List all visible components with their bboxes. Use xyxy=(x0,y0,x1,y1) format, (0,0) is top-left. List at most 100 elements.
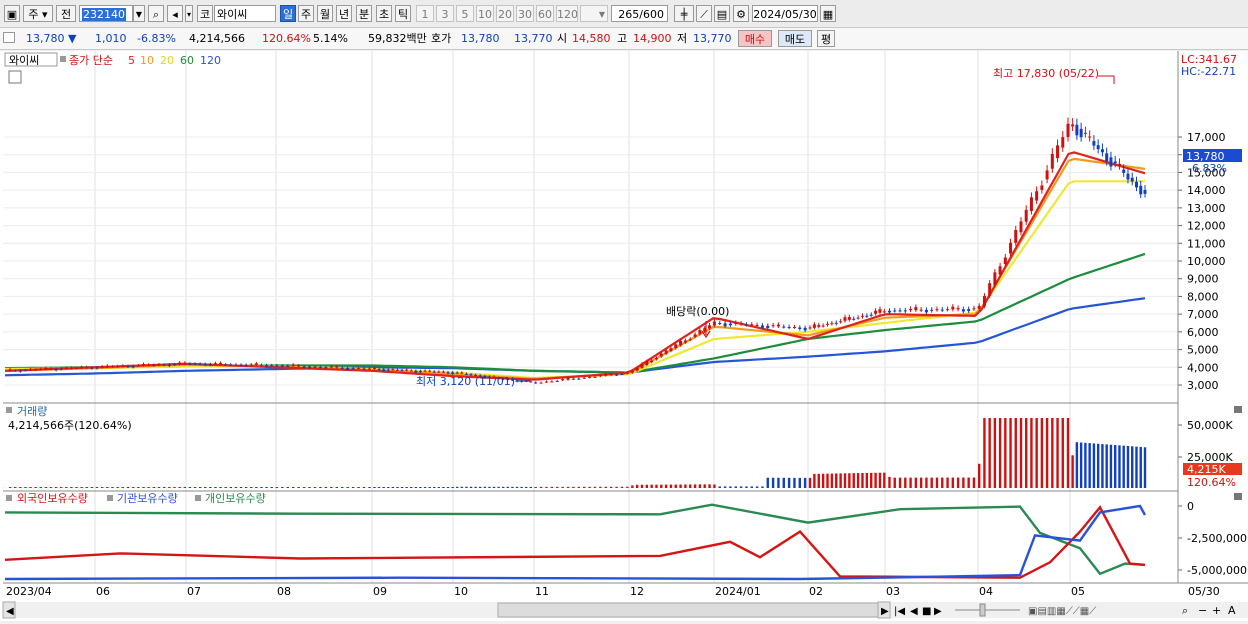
volume-bar xyxy=(1113,445,1117,488)
candle-body xyxy=(297,365,301,367)
stop-icon[interactable]: ■ xyxy=(922,606,931,617)
candle-body xyxy=(817,325,821,327)
volume-bar xyxy=(382,487,385,488)
speaker-dropdown-icon[interactable]: ▾ xyxy=(185,5,193,22)
volume-bar xyxy=(1075,442,1079,488)
candle-body xyxy=(582,377,586,379)
volume-bar xyxy=(442,487,445,488)
volume-panel-close-icon[interactable] xyxy=(1234,406,1242,413)
prev-page-icon[interactable]: ◀ xyxy=(910,606,918,617)
volume-bar xyxy=(739,486,743,488)
candle-body xyxy=(760,325,764,328)
candle-body xyxy=(571,378,575,380)
prev-button[interactable]: 전 xyxy=(56,5,76,22)
zoom-in-icon[interactable]: + xyxy=(1212,604,1221,617)
candle-body xyxy=(1088,136,1092,138)
next-page-icon[interactable]: ▶ xyxy=(934,606,942,617)
zoom-out-icon[interactable]: − xyxy=(1198,604,1207,617)
interval-3-button[interactable]: 3 xyxy=(436,5,454,22)
volume-bar xyxy=(983,418,986,488)
volume-bar xyxy=(428,487,431,488)
bid-price-2: 13,770 xyxy=(514,32,553,45)
avg-button[interactable]: 평 xyxy=(817,30,835,47)
interval-20-button[interactable]: 20 xyxy=(496,5,514,22)
interval-30-button[interactable]: 30 xyxy=(516,5,534,22)
period-second-button[interactable]: 초 xyxy=(376,5,392,22)
volume-bar xyxy=(525,486,528,488)
data-count-field[interactable]: 265/600 xyxy=(611,5,668,22)
volume-bar xyxy=(291,487,295,488)
candle-body xyxy=(203,364,207,366)
volume-bar xyxy=(593,486,597,488)
candle-body xyxy=(265,365,269,367)
period-tick-button[interactable]: 틱 xyxy=(395,5,411,22)
holding-panel-close-icon[interactable] xyxy=(1234,493,1242,500)
volume-bar xyxy=(698,484,702,488)
period-day-button[interactable]: 일 xyxy=(280,5,296,22)
date-field[interactable]: 2024/05/30 xyxy=(752,5,818,22)
gear-icon[interactable]: ⚙ xyxy=(733,5,749,22)
candle-body xyxy=(126,366,130,368)
candle-body xyxy=(755,324,759,326)
candle-body xyxy=(718,323,722,325)
stock-name-field[interactable]: 와이씨 xyxy=(214,5,276,22)
candle-body xyxy=(821,325,825,327)
grid-toggle-icon[interactable] xyxy=(8,70,22,84)
y-tick-label: 12,000 xyxy=(1187,220,1226,233)
volume-bar xyxy=(341,487,344,488)
sell-button[interactable]: 매도 xyxy=(778,30,812,47)
draw-tool-icon[interactable]: ⟋ xyxy=(696,5,712,22)
period-month-button[interactable]: 월 xyxy=(317,5,333,22)
price-change-pct: -6.83% xyxy=(137,32,176,45)
search-icon[interactable]: ⌕ xyxy=(148,5,164,22)
candle-body xyxy=(982,295,986,307)
interval-10-button[interactable]: 10 xyxy=(476,5,494,22)
candle-body xyxy=(409,370,413,372)
interval-5-button[interactable]: 5 xyxy=(456,5,474,22)
zoom-slider-handle[interactable] xyxy=(979,603,986,617)
volume-bar xyxy=(100,487,104,488)
candle-body xyxy=(635,367,639,371)
period-minute-button[interactable]: 분 xyxy=(356,5,372,22)
volume-bar xyxy=(878,472,882,488)
font-size-icon[interactable]: A xyxy=(1228,604,1236,617)
low-label: 저 xyxy=(677,32,688,45)
calendar-icon[interactable]: ▦ xyxy=(820,5,836,22)
first-page-icon[interactable]: |◀ xyxy=(894,606,905,617)
interval-dropdown-icon[interactable]: ▼ xyxy=(580,5,608,22)
candle-body xyxy=(121,365,125,367)
candle-body xyxy=(59,368,63,370)
volume-bar xyxy=(162,486,166,488)
interval-120-button[interactable]: 120 xyxy=(556,5,578,22)
candle-body xyxy=(798,327,802,329)
speaker-icon[interactable]: ◂ xyxy=(167,5,183,22)
volume-bar xyxy=(718,486,721,488)
buy-button[interactable]: 매수 xyxy=(738,30,772,47)
candle-body xyxy=(400,370,404,372)
candle-body xyxy=(80,367,84,369)
candle-body xyxy=(830,323,834,325)
candle-type-icon[interactable]: ╪ xyxy=(674,5,694,22)
volume-bar xyxy=(645,484,649,488)
save-icon[interactable]: ▤ xyxy=(714,5,730,22)
market-select[interactable]: 주 ▾ xyxy=(23,5,53,22)
candle-body xyxy=(893,310,897,312)
search-icon[interactable]: ⌕ xyxy=(1182,604,1188,617)
window-menu-icon[interactable]: ▣ xyxy=(4,5,20,22)
interval-1-button[interactable]: 1 xyxy=(416,5,434,22)
candle-body xyxy=(152,365,156,367)
code-dropdown-icon[interactable]: ▼ xyxy=(133,5,145,22)
volume-bar xyxy=(946,477,949,488)
candle-body xyxy=(951,306,955,310)
scrollbar-thumb[interactable] xyxy=(497,602,884,618)
stock-code-input[interactable]: 232140 xyxy=(79,5,133,22)
holding-tick-label: 0 xyxy=(1187,500,1194,513)
chart-svg[interactable]: 3,000 4,000 5,000 6,000 7,000 8,000 9,000 10,00… xyxy=(0,51,1248,621)
tool-icons[interactable]: ▣▤▥▦⟋⟋▦⟋ xyxy=(1028,606,1096,617)
candle-body xyxy=(219,362,223,365)
period-week-button[interactable]: 주 xyxy=(298,5,314,22)
volume-bar xyxy=(755,486,759,488)
period-year-button[interactable]: 년 xyxy=(336,5,352,22)
candle-body xyxy=(1105,153,1109,162)
interval-60-button[interactable]: 60 xyxy=(536,5,554,22)
